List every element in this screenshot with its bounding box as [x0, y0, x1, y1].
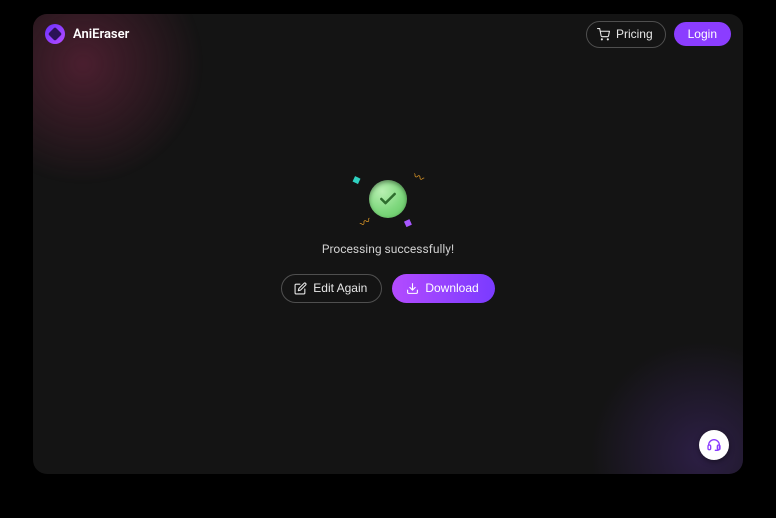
confetti-icon: 〰	[358, 214, 373, 229]
checkmark-circle-icon	[369, 180, 407, 218]
status-text: Processing successfully!	[322, 242, 454, 256]
success-graphic: ◆ 〰 〰 ◆	[358, 174, 418, 224]
confetti-icon: 〰	[411, 170, 426, 185]
edit-icon	[294, 282, 307, 295]
download-icon	[406, 282, 419, 295]
confetti-icon: ◆	[350, 172, 362, 185]
download-button[interactable]: Download	[392, 274, 494, 303]
support-fab[interactable]	[699, 430, 729, 460]
edit-again-label: Edit Again	[313, 282, 367, 294]
edit-again-button[interactable]: Edit Again	[281, 274, 382, 303]
app-window: AniEraser Pricing Login ◆ 〰 〰 ◆	[33, 14, 743, 474]
action-buttons: Edit Again Download	[281, 274, 494, 303]
main-content: ◆ 〰 〰 ◆ Processing successfully! Edit Ag…	[33, 14, 743, 468]
download-label: Download	[425, 282, 478, 294]
confetti-icon: ◆	[402, 215, 414, 228]
headset-icon	[706, 437, 722, 453]
